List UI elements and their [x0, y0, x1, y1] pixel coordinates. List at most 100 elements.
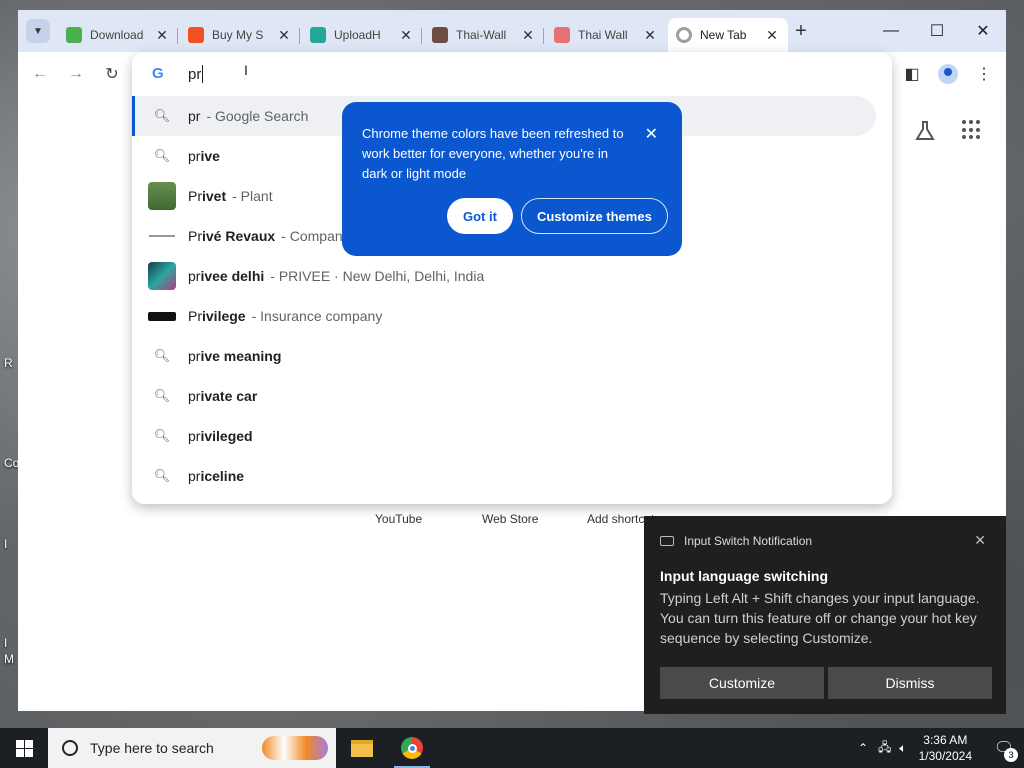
tab-favicon [554, 27, 570, 43]
search-icon: 🔍︎ [153, 468, 171, 483]
suggestion-completion: iceline [200, 468, 245, 484]
clock-date: 1/30/2024 [918, 749, 972, 763]
more-vert-icon: ⋮ [976, 66, 992, 83]
suggestion-match: Pr [188, 228, 202, 244]
notifications-button[interactable]: 🗨︎ 3 [984, 728, 1024, 768]
tab-thai-wall-2[interactable]: Thai Wall ✕ [546, 18, 666, 52]
apps-grid-icon[interactable] [962, 120, 982, 140]
suggestion-match: Pr [188, 308, 202, 324]
suggestion-match: pr [188, 348, 201, 364]
search-highlight-fish-icon [262, 736, 328, 760]
clock[interactable]: 3:36 AM 1/30/2024 [919, 732, 972, 764]
maximize-button[interactable]: ☐ [914, 10, 960, 52]
privet-thumbnail [148, 182, 176, 210]
back-button[interactable]: ← [28, 62, 52, 86]
suggestion-completion: ivee delhi [200, 268, 265, 284]
close-icon[interactable]: ✕ [520, 27, 536, 44]
folder-icon [351, 739, 373, 757]
chrome-icon [401, 737, 423, 759]
suggestion-item[interactable]: 🔍︎ pr iceline [132, 456, 892, 496]
bubble-message: Chrome theme colors have been refreshed … [362, 126, 624, 181]
profile-button[interactable] [936, 62, 960, 86]
network-icon[interactable]: 🖧︎ [878, 738, 891, 759]
omnibox-text[interactable]: pr [188, 66, 201, 83]
tab-label: UploadH [334, 28, 381, 42]
arrow-right-icon: → [68, 65, 84, 82]
close-icon[interactable]: ✕ [642, 27, 658, 44]
suggestion-detail: - Company [281, 228, 350, 244]
taskbar: Type here to search ⌃ 🖧︎ 🔈︎ 3:36 AM 1/30… [0, 728, 1024, 768]
suggestion-item[interactable]: pr ivee delhi - PRIVEE · New Delhi, Delhi… [132, 256, 892, 296]
suggestion-item[interactable]: 🔍︎ pr ivileged [132, 416, 892, 456]
customize-themes-button[interactable]: Customize themes [520, 198, 668, 234]
reload-button[interactable]: ↻ [100, 62, 124, 86]
close-window-button[interactable]: ✕ [960, 10, 1006, 52]
suggestion-item[interactable]: 🔍︎ pr ivate car [132, 376, 892, 416]
tab-favicon [188, 27, 204, 43]
suggestion-match: pr [188, 388, 201, 404]
menu-button[interactable]: ⋮ [972, 62, 996, 86]
new-tab-button[interactable]: + [790, 21, 812, 43]
search-icon: 🔍︎ [153, 108, 171, 123]
arrow-left-icon: ← [32, 65, 48, 82]
got-it-button[interactable]: Got it [447, 198, 513, 234]
tab-label: Download [90, 28, 144, 42]
privilege-logo [148, 302, 176, 330]
tab-uploadh[interactable]: UploadH ✕ [302, 18, 422, 52]
suggestion-completion: ivilege [202, 308, 246, 324]
person-icon [944, 68, 952, 76]
toast-dismiss-button[interactable]: Dismiss [828, 667, 992, 699]
tab-buy-my[interactable]: Buy My S ✕ [180, 18, 300, 52]
chevron-up-icon[interactable]: ⌃ [858, 741, 868, 755]
file-explorer-button[interactable] [338, 728, 386, 768]
reload-icon: ↻ [105, 66, 119, 83]
tab-search-button[interactable]: ▼ [26, 19, 50, 43]
suggestion-completion: ive meaning [200, 348, 282, 364]
avatar [938, 64, 958, 84]
search-icon: 🔍︎ [153, 388, 171, 403]
close-icon[interactable]: ✕ [276, 27, 292, 44]
suggestion-completion: ivate car [200, 388, 258, 404]
close-icon[interactable]: ✕ [764, 27, 780, 44]
suggestion-completion: ivileged [200, 428, 253, 444]
close-icon[interactable]: ✕ [974, 532, 986, 549]
google-g-icon: G [152, 65, 164, 82]
close-icon[interactable]: ✕ [154, 27, 170, 44]
chevron-down-icon: ▼ [33, 25, 43, 37]
toast-app-name: Input Switch Notification [684, 534, 813, 548]
minimize-button[interactable]: — [868, 10, 914, 52]
shortcut-youtube[interactable]: YouTube [375, 512, 422, 526]
tab-label: Buy My S [212, 28, 264, 42]
suggestion-item[interactable]: Pr ivilege - Insurance company [132, 296, 892, 336]
suggestion-completion: ivé Revaux [202, 228, 276, 244]
tab-favicon [66, 27, 82, 43]
toast-customize-button[interactable]: Customize [660, 667, 824, 699]
theme-refresh-bubble: Chrome theme colors have been refreshed … [342, 102, 682, 256]
clock-time: 3:36 AM [923, 733, 968, 747]
desktop-icon-label: I [4, 636, 8, 650]
close-icon[interactable]: ✕ [398, 27, 414, 44]
taskbar-search[interactable]: Type here to search [48, 728, 336, 768]
tab-new-tab[interactable]: New Tab ✕ [668, 18, 788, 52]
side-panel-button[interactable]: ◧ [900, 62, 924, 86]
forward-button[interactable]: → [64, 62, 88, 86]
search-icon: 🔍︎ [153, 428, 171, 443]
keyboard-icon [660, 536, 674, 546]
suggestion-detail: - Plant [232, 188, 273, 204]
suggestion-item[interactable]: 🔍︎ pr ive meaning [132, 336, 892, 376]
desktop-icon-label: R [4, 356, 13, 370]
suggestion-match: pr [188, 148, 201, 164]
labs-flask-icon[interactable] [914, 120, 936, 142]
suggestion-detail: - Google Search [206, 108, 309, 124]
chrome-taskbar-button[interactable] [388, 728, 436, 768]
start-button[interactable] [0, 728, 48, 768]
suggestion-match: pr [188, 108, 201, 124]
close-icon[interactable]: ✕ [645, 124, 658, 144]
shortcut-web-store[interactable]: Web Store [482, 512, 538, 526]
tab-label: New Tab [700, 28, 747, 42]
volume-muted-icon[interactable]: 🔈︎ [899, 741, 906, 756]
tab-download[interactable]: Download ✕ [58, 18, 178, 52]
chrome-icon [676, 27, 692, 43]
text-caret [202, 65, 204, 83]
tab-thai-wall-1[interactable]: Thai-Wall ✕ [424, 18, 544, 52]
